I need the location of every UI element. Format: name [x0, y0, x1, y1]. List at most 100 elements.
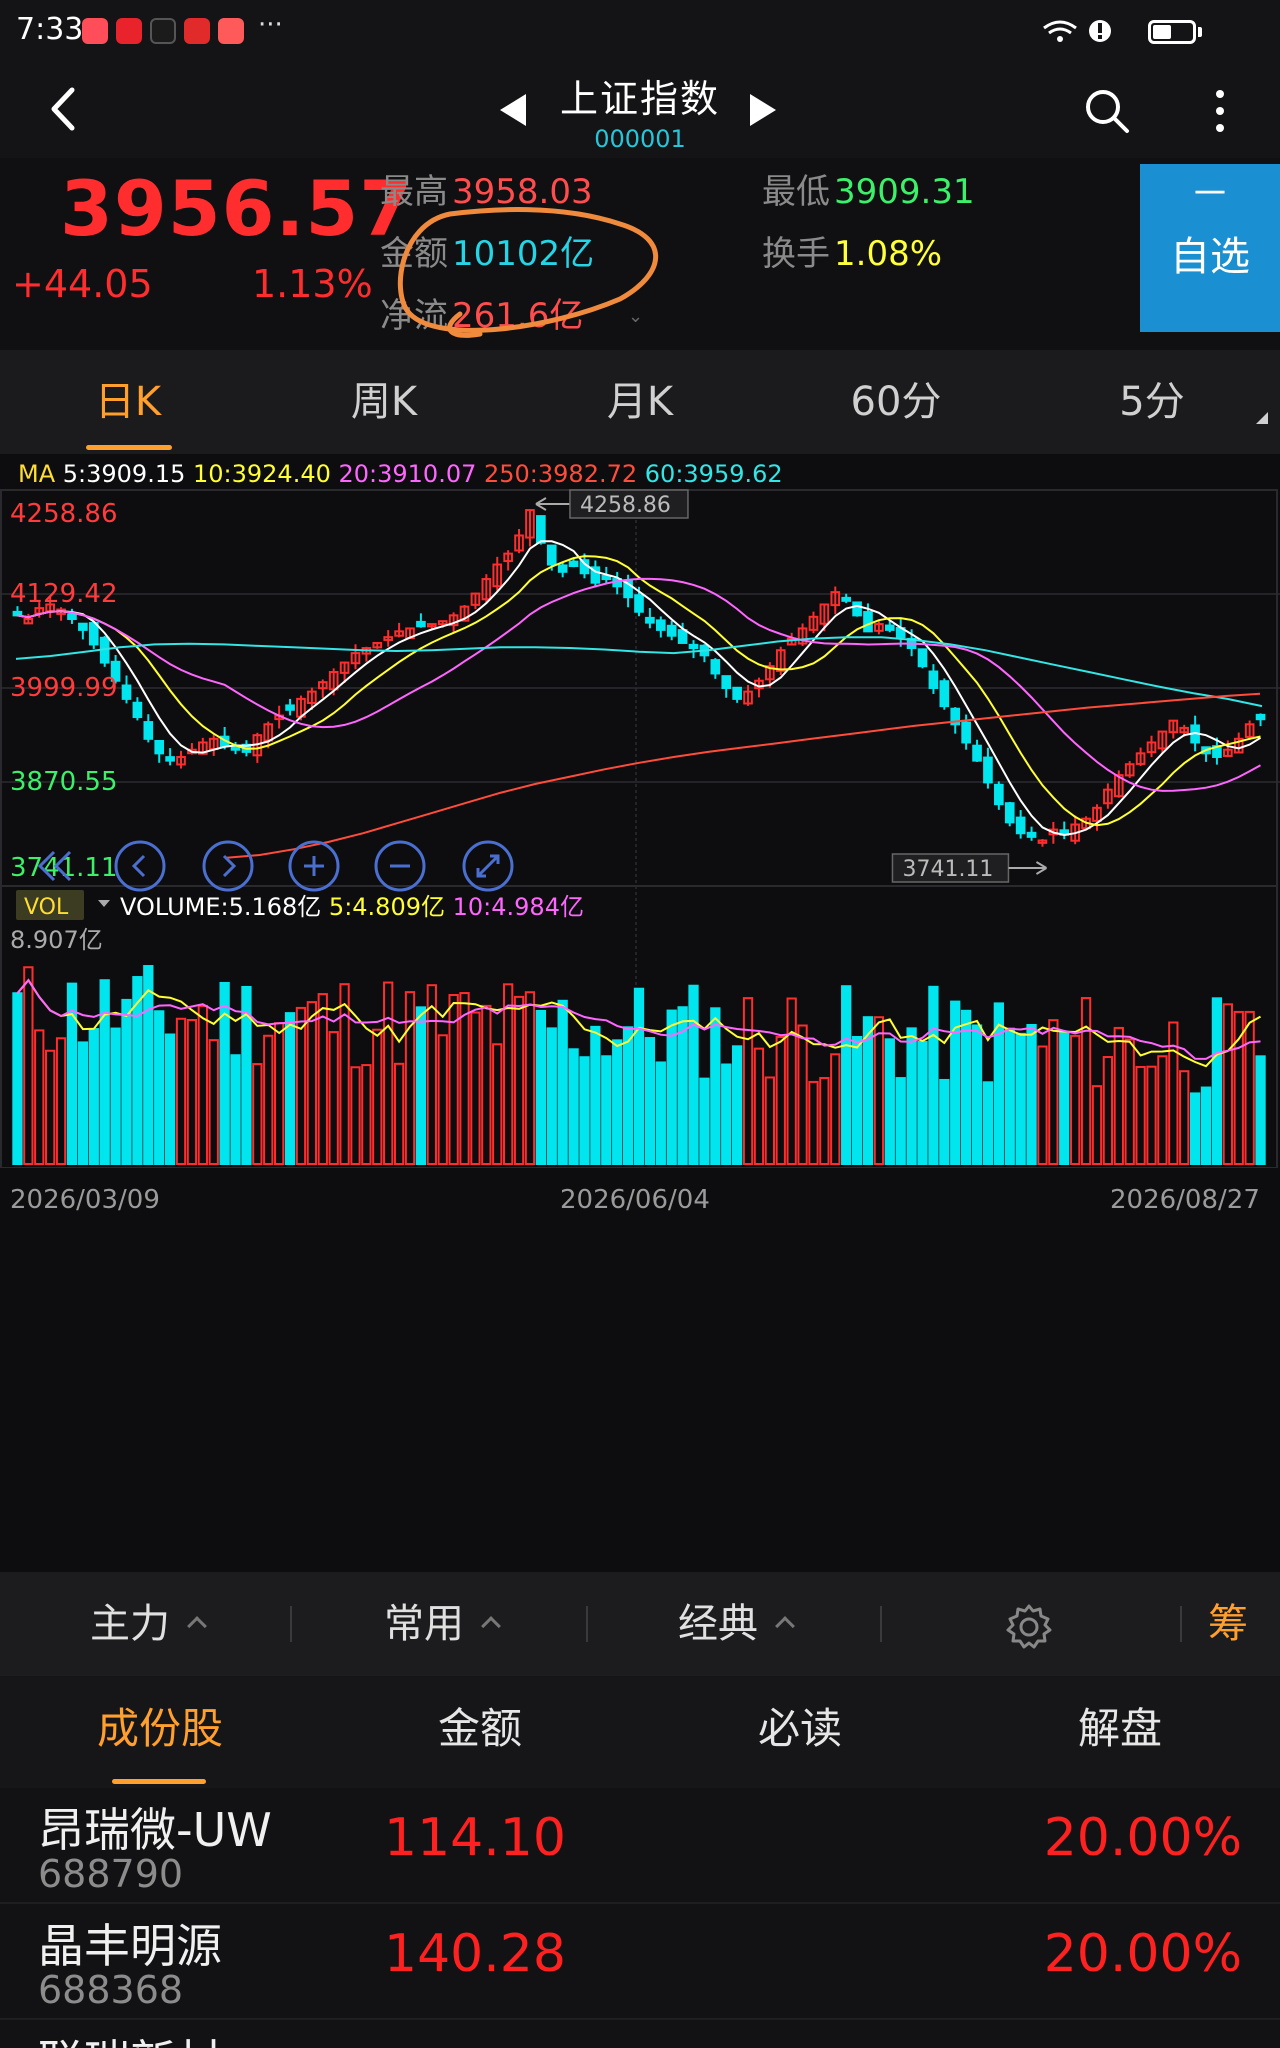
- volume-bar-up: [317, 993, 328, 1165]
- indicator-tab-common[interactable]: 常用: [384, 1572, 501, 1676]
- volume-legend: VOLUME:5.168亿 5:4.809亿 10:4.984亿: [120, 893, 584, 921]
- candle-down: [1015, 816, 1026, 835]
- tab-amount[interactable]: 金额: [320, 1676, 640, 1788]
- candle-down: [972, 744, 982, 762]
- tab-5min[interactable]: 5分: [1024, 350, 1280, 454]
- more-vertical-icon[interactable]: [1210, 88, 1230, 134]
- ma250-line: [225, 692, 1261, 859]
- candle-down: [841, 596, 851, 602]
- stock-row[interactable]: 晶丰明源 688368 140.28 20.00%: [0, 1904, 1280, 2020]
- volume-bar-up: [1102, 1056, 1114, 1165]
- indicator-tabs: 主力 常用 经典 筹: [0, 1572, 1280, 1676]
- ma60-line: [15, 636, 1263, 708]
- x-axis-label: 2026/08/27: [1110, 1185, 1260, 1215]
- kline-chart-area[interactable]: MA 5:3909.15 10:3924.40 20:3910.07 250:3…: [0, 454, 1280, 1572]
- kline-chart[interactable]: MA 5:3909.15 10:3924.40 20:3910.07 250:3…: [0, 454, 1280, 1572]
- volume-bar-up: [361, 1064, 372, 1166]
- stat-netflow[interactable]: 净流 261.6亿: [380, 288, 583, 337]
- gear-icon[interactable]: [1004, 1602, 1054, 1652]
- volume-bar-up: [492, 1043, 503, 1165]
- volume-bar-up: [808, 1080, 819, 1165]
- ma-lines: [15, 540, 1263, 1068]
- tab-60min[interactable]: 60分: [768, 350, 1024, 454]
- volume-bar-down: [121, 998, 132, 1165]
- ma-legend-item: 20:3910.07: [339, 460, 485, 488]
- volume-bar-up: [1244, 1010, 1255, 1165]
- volume-bar-down: [143, 965, 154, 1166]
- add-favorite-button[interactable]: － 自选: [1140, 164, 1280, 332]
- volume-bar-down: [535, 1009, 547, 1166]
- volume-bar-up: [524, 991, 536, 1166]
- period-tabs: 日K 周K 月K 60分 5分: [0, 350, 1280, 454]
- candle-down: [1004, 802, 1015, 824]
- chip-distribution-tab[interactable]: 筹: [1208, 1572, 1248, 1676]
- volume-bar-down: [710, 1007, 721, 1165]
- volume-axis-label: 8.907亿: [10, 926, 103, 954]
- volume-bar-down: [699, 1077, 710, 1166]
- candle-down: [645, 616, 655, 624]
- nav-bar: 上证指数 000001: [0, 62, 1280, 158]
- chevron-up-icon: [775, 1616, 795, 1636]
- volume-bar-down: [1059, 1031, 1070, 1166]
- candle-down: [154, 740, 165, 755]
- volume-bar-up: [186, 1019, 198, 1165]
- stock-price: 114.10: [384, 1808, 566, 1868]
- volume-bar-down: [1015, 1032, 1026, 1166]
- volume-bar-down: [960, 1009, 972, 1165]
- volume-bar-down: [612, 1039, 623, 1165]
- prev-index-icon[interactable]: [500, 94, 526, 126]
- volume-bar-down: [1004, 1027, 1015, 1165]
- volume-bar-down: [939, 1078, 950, 1165]
- volume-bar-up: [339, 983, 350, 1165]
- volume-bar-down: [1255, 1055, 1266, 1165]
- volume-bar-up: [797, 1024, 808, 1165]
- tab-dropdown-corner-icon: [1256, 412, 1268, 424]
- volume-bar-up: [786, 997, 797, 1165]
- chart-left-button: [114, 840, 166, 892]
- search-icon[interactable]: [1082, 86, 1132, 136]
- tab-daily-k[interactable]: 日K: [0, 350, 256, 454]
- chart-right-icon: [222, 854, 237, 878]
- volume-bar-up: [328, 1031, 339, 1165]
- volume-bar-up: [295, 1006, 307, 1166]
- app-notification-icon: [116, 18, 142, 44]
- volume-bar-up: [503, 983, 514, 1165]
- ma-legend-item: 250:3982.72: [484, 460, 645, 488]
- ma-legend-item: 60:3959.62: [645, 460, 783, 488]
- tab-constituents[interactable]: 成份股: [0, 1676, 320, 1788]
- indicator-tab-label: 主力: [90, 1601, 170, 1647]
- candle-down: [165, 756, 175, 762]
- volume-bar-up: [459, 992, 470, 1165]
- volume-bar-down: [164, 1033, 176, 1165]
- candle-down: [710, 659, 721, 675]
- stat-turnover-label: 换手: [762, 234, 830, 274]
- next-index-icon[interactable]: [750, 94, 776, 126]
- tiktok-icon: [150, 18, 176, 44]
- stock-row[interactable]: 联瑞新材: [0, 2020, 1280, 2048]
- tab-must-read[interactable]: 必读: [640, 1676, 960, 1788]
- volume-bar-up: [1037, 1045, 1048, 1166]
- list-tabs: 成份股 金额 必读 解盘: [0, 1676, 1280, 1788]
- price-change: +44.05: [12, 262, 153, 306]
- candle-down: [928, 670, 939, 689]
- candle-down: [961, 721, 971, 744]
- volume-bar-up: [1048, 1019, 1059, 1165]
- candle-down: [285, 704, 295, 711]
- y-axis-label: 3999.99: [10, 673, 118, 703]
- constituent-stock-list: 昂瑞微-UW 688790 114.10 20.00% 晶丰明源 688368 …: [0, 1788, 1280, 2048]
- tab-analysis[interactable]: 解盘: [960, 1676, 1280, 1788]
- candle-down: [416, 620, 426, 628]
- tab-weekly-k[interactable]: 周K: [256, 350, 512, 454]
- volume-bar-up: [197, 1004, 208, 1165]
- stock-row[interactable]: 昂瑞微-UW 688790 114.10 20.00%: [0, 1788, 1280, 1904]
- volume-bar-down: [917, 1040, 928, 1165]
- volume-bar-down: [633, 987, 645, 1165]
- tab-monthly-k[interactable]: 月K: [512, 350, 768, 454]
- volume-bar-up: [1070, 1034, 1081, 1165]
- indicator-tab-classic[interactable]: 经典: [678, 1572, 795, 1676]
- candle-down: [721, 675, 732, 689]
- indicator-tab-main-force[interactable]: 主力: [90, 1572, 207, 1676]
- candle-down: [994, 783, 1004, 806]
- volume-bar-down: [1189, 1092, 1201, 1165]
- volume-bar-up: [263, 1034, 274, 1166]
